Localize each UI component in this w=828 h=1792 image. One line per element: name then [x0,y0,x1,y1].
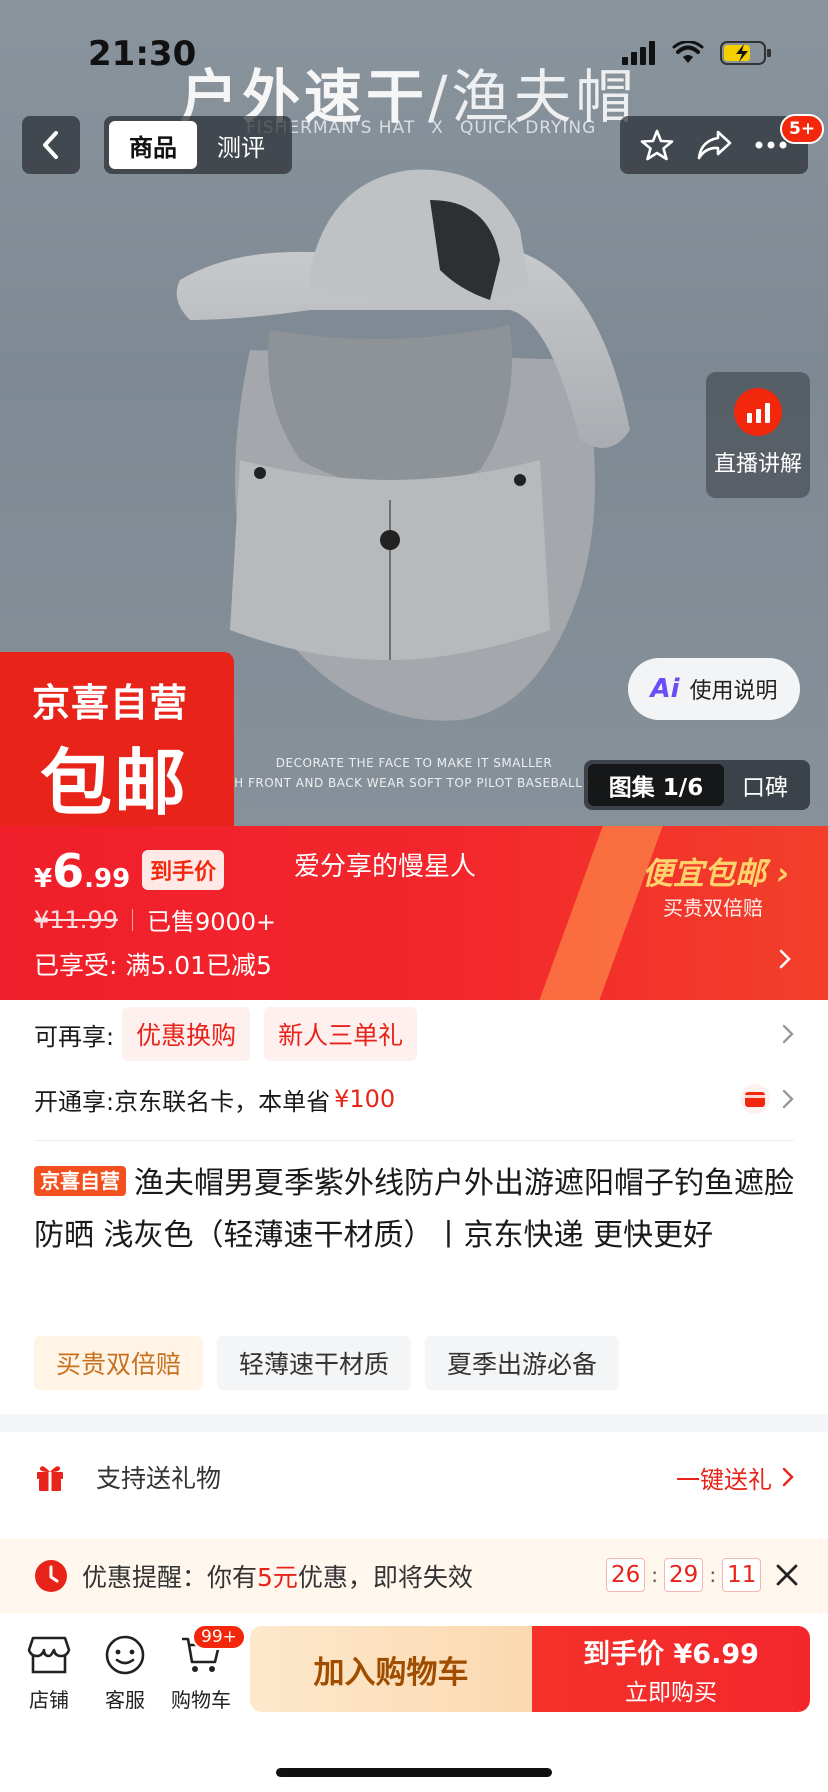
final-price-tag: 到手价 [142,850,225,890]
corner-line-1: 京喜自营 [32,681,189,725]
home-indicator [276,1768,552,1777]
gift-row[interactable]: 支持送礼物 一键送礼 [34,1446,794,1508]
share-icon [697,130,732,160]
service-button[interactable]: 客服 [90,1634,160,1713]
coupon-reminder: 优惠提醒：你有5元优惠，即将失效 26 : 29 : 11 [0,1538,828,1614]
chevron-right-icon [779,949,791,969]
reminder-text: 优惠提醒：你有5元优惠，即将失效 [82,1563,473,1592]
shop-button[interactable]: 店铺 [14,1634,84,1713]
cheap-free-shipping-link[interactable]: 便宜包邮 › [642,848,790,893]
seller-name[interactable]: 爱分享的慢星人 [294,846,476,883]
gift-icon [37,1466,63,1491]
shop-label: 店铺 [29,1688,69,1712]
section-gap [0,1414,828,1432]
star-icon [640,129,673,161]
card-icon [740,1084,770,1114]
gallery-counter[interactable]: 图集 1/6 [588,764,724,806]
service-label: 客服 [105,1688,145,1712]
product-tags: 买贵双倍赔 轻薄速干材质 夏季出游必备 [34,1336,620,1390]
tag-quick-dry[interactable]: 轻薄速干材质 [217,1336,412,1390]
ai-icon: Ai [650,674,680,704]
buy-now-button[interactable]: 到手价 ¥6.99 立即购买 [532,1626,810,1712]
divider [34,1140,794,1141]
product-title-text: 渔夫帽男夏季紫外线防户外出游遮阳帽子钓鱼遮脸防晒 浅灰色（轻薄速干材质）丨京东快… [34,1166,794,1253]
tag-price-guarantee[interactable]: 买贵双倍赔 [34,1336,204,1390]
more-offers-row[interactable]: 可再享: 优惠换购 新人三单礼 [34,1006,794,1062]
sold-count: 已售9000+ [146,908,277,936]
cart-count-badge: 99+ [192,1624,246,1650]
jingxi-tag: 京喜自营 [34,1166,126,1196]
tab-review[interactable]: 测评 [197,121,285,169]
price-guarantee: 买贵双倍赔 [663,896,763,920]
product-title: 京喜自营 渔夫帽男夏季紫外线防户外出游遮阳帽子钓鱼遮脸防晒 浅灰色（轻薄速干材质）… [34,1158,794,1262]
co-branded-card-row[interactable]: 开通享:京东联名卡，本单省 ¥100 [34,1074,794,1124]
gift-label: 支持送礼物 [96,1464,222,1493]
usage-guide-label: 使用说明 [689,679,778,704]
message-badge: 5+ [780,114,825,144]
live-explain-button[interactable]: 直播讲解 [706,372,810,498]
more-offers-label: 可再享: [34,1022,115,1051]
nav-tabs: 商品 测评 [104,116,292,174]
jingxi-free-shipping-badge: 京喜自营 包邮 [0,652,234,826]
bottom-action-bar: 店铺 客服 购物车 99+ 加入购物车 到手价 ¥6.99 立即购买 [0,1614,828,1792]
discount-applied[interactable]: 已享受: 满5.01已减5 [34,946,272,982]
final-price: ¥ 6 .99 到手价 [34,844,225,898]
card-offer-saving: ¥100 [334,1085,396,1113]
hat-image [176,169,630,721]
buy-now-price: 到手价 ¥6.99 [583,1638,759,1670]
shop-icon [27,1636,71,1674]
share-button[interactable] [692,123,736,167]
countdown-minutes: 29 [664,1558,704,1592]
more-dots-icon [755,141,787,149]
favorite-button[interactable] [635,123,679,167]
chevron-right-icon [782,1089,794,1109]
add-to-cart-button[interactable]: 加入购物车 [250,1626,532,1712]
clock-icon [35,1560,67,1592]
original-price: ¥11.99 [34,905,118,934]
wifi-icon [672,41,704,63]
countdown-seconds: 11 [722,1558,762,1592]
price-meta: ¥11.99 已售9000+ [34,902,276,937]
tag-summer[interactable]: 夏季出游必备 [425,1336,620,1390]
buy-now-label: 立即购买 [625,1679,717,1706]
signal-icon [622,41,655,65]
offer-chip-exchange[interactable]: 优惠换购 [122,1007,251,1061]
countdown-timer: 26 : 29 : 11 [606,1558,762,1592]
product-image-carousel[interactable]: 户外速干/渔夫帽 FISHERMAN'S HAT X QUICK DRYING DE… [0,0,828,826]
card-offer-label: 开通享:京东联名卡，本单省 [34,1087,331,1116]
chevron-left-icon [43,131,58,159]
corner-line-2: 包邮 [40,741,189,825]
live-icon [734,388,782,436]
customer-service-icon [105,1635,145,1675]
countdown-hours: 26 [606,1558,646,1592]
chevron-right-icon [782,1467,794,1487]
price-band: ¥ 6 .99 到手价 爱分享的慢星人 便宜包邮 › 买贵双倍赔 ¥11.99 … [0,826,828,1000]
reviews-tab[interactable]: 口碑 [724,768,806,802]
send-gift-link[interactable]: 一键送礼 [676,1460,794,1495]
hero-subtitle: FISHERMAN'S HAT X QUICK DRYING [246,118,597,138]
usage-guide-button[interactable]: Ai 使用说明 [628,658,800,720]
offer-chip-newcomer[interactable]: 新人三单礼 [264,1007,418,1061]
live-label: 直播讲解 [713,452,802,477]
tab-product[interactable]: 商品 [109,121,197,169]
battery-icon [720,41,771,65]
cart-label: 购物车 [171,1688,231,1712]
status-icons [622,40,772,66]
close-icon[interactable] [772,1560,802,1590]
status-time: 21:30 [88,34,197,74]
back-button[interactable] [22,116,80,174]
gallery-switcher: 图集 1/6 口碑 [584,760,810,810]
chevron-right-icon [782,1024,794,1044]
